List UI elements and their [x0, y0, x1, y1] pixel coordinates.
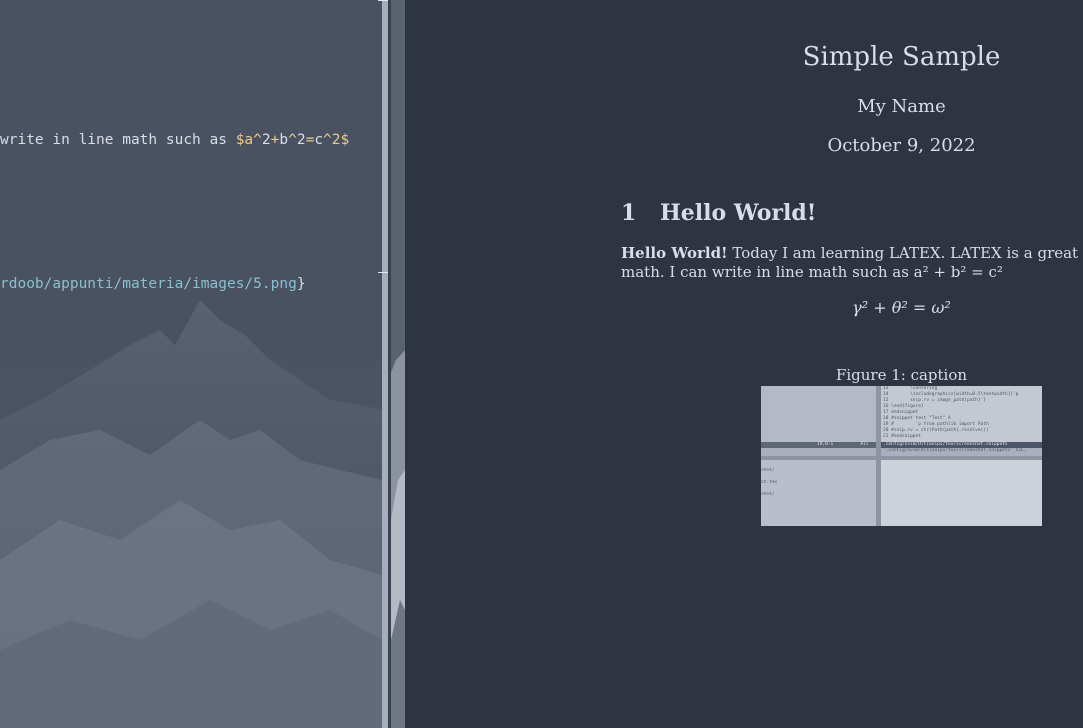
code-token: 2: [261, 132, 271, 148]
wallpaper-strip: [388, 0, 405, 728]
thumb-bottom-left: [761, 460, 876, 526]
paragraph-line-2: math. I can write in line math such as a…: [621, 263, 1003, 281]
thumb-status-left: 19,0-1 All: [761, 442, 876, 448]
thumb-file-line: shot/: [761, 468, 775, 473]
code-token: write in line math such as: [0, 132, 236, 148]
thumb-code-line: 17 endsnippet: [883, 410, 919, 415]
code-token: ^: [253, 132, 262, 148]
code-token: }: [296, 276, 306, 292]
thumb-code-line: 18 #snippet test "Test" A: [883, 416, 951, 421]
figure-image: 13 \centering 14 \includegraphics[width=0…: [761, 386, 1042, 526]
pdf-viewer-pane[interactable]: Simple Sample My Name October 9, 2022 1 …: [405, 0, 1083, 728]
doc-date: October 9, 2022: [827, 135, 976, 156]
paragraph-bold-lead: Hello World!: [621, 244, 728, 262]
thumb-file-line: st.tex: [761, 480, 778, 485]
code-line-inline-math[interactable]: write in line math such as $a^2+b^2=c^2$: [0, 132, 349, 148]
code-token: 2: [296, 132, 306, 148]
code-token: $a: [235, 132, 254, 148]
code-token: 2$: [331, 132, 350, 148]
code-token: b: [279, 132, 289, 148]
section-heading: Hello World!: [660, 200, 817, 226]
code-token: =: [305, 132, 315, 148]
figure-caption: Figure 1: caption: [835, 366, 968, 384]
code-token: rdoob/appunti/materia/images/5.png: [0, 276, 297, 292]
thumb-code-line: 21 #endsnippet: [883, 434, 921, 439]
code-token: ^: [323, 132, 332, 148]
thumb-code-line: 16 \end{figure}: [883, 404, 924, 409]
section-number: 1: [621, 200, 637, 226]
thumb-status-right-text: .config/nvim/UltiSnips/tex/screenshot.sn…: [883, 442, 1008, 447]
thumb-code-line: 19 # `p from pathlib import Path: [883, 422, 989, 427]
paragraph-line-1: Hello World! Today I am learning LATEX. …: [621, 244, 1083, 262]
thumb-file-line: shot/: [761, 492, 775, 497]
thumb-bottom-right: [881, 460, 1042, 526]
code-line-image-path[interactable]: rdoob/appunti/materia/images/5.png}: [0, 276, 306, 292]
doc-title: Simple Sample: [802, 42, 1001, 72]
strip-shadow: [388, 0, 391, 728]
code-token: c: [314, 132, 324, 148]
paragraph-line-1-text: Today I am learning LATEX. LATEX is a gr…: [732, 244, 1083, 262]
editor-pane[interactable]: write in line math such as $a^2+b^2=c^2$…: [0, 0, 382, 728]
doc-author: My Name: [857, 96, 946, 117]
thumb-code-line: 13 \centering: [883, 386, 938, 391]
thumb-status-left-text: 19,0-1 All: [817, 442, 869, 447]
thumb-code-line: 14 \includegraphics[width=0.5\textwidth]…: [883, 392, 1019, 397]
code-token: ^: [288, 132, 297, 148]
thumb-top-left: [761, 386, 876, 442]
thumb-message: '.config/nvim/UltiSnips/tex/screenshot.s…: [883, 448, 1027, 453]
thumb-code-line: 20 #snip.rv = str(Path(path).resolve())`: [883, 428, 992, 433]
display-equation: γ² + θ² = ω²: [852, 298, 951, 317]
thumb-code-line: 15 snip.rv = image_path(path)'}: [883, 398, 986, 403]
mountain-wallpaper: [0, 300, 382, 728]
